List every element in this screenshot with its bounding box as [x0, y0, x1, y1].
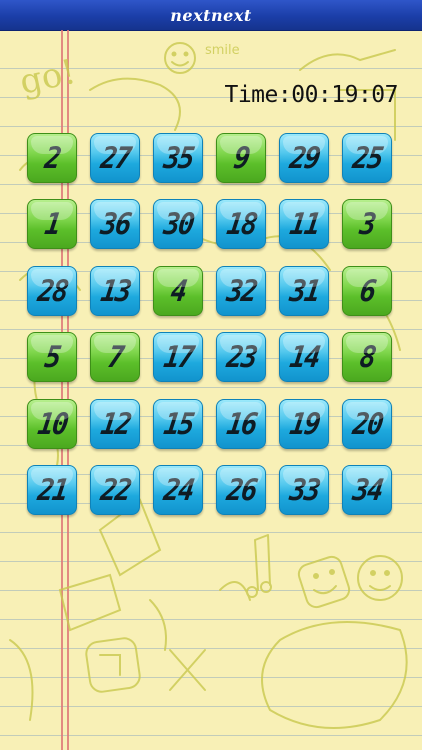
tile-number: 33 [287, 472, 321, 508]
tile-number: 15 [161, 406, 195, 442]
number-tile[interactable]: 20 [342, 399, 392, 449]
title-bar: nextnext [0, 0, 422, 31]
tile-number: 31 [287, 273, 321, 309]
number-tile[interactable]: 21 [27, 465, 77, 515]
tile-number: 9 [231, 140, 251, 176]
tile-number: 18 [224, 206, 258, 242]
number-tile[interactable]: 16 [216, 399, 266, 449]
number-tile[interactable]: 30 [153, 199, 203, 249]
tile-number: 22 [98, 472, 132, 508]
tile-number: 3 [357, 206, 377, 242]
number-tile[interactable]: 27 [90, 133, 140, 183]
tile-number: 16 [224, 406, 258, 442]
tile-number: 17 [161, 339, 195, 375]
number-grid: 2 27 35 9 29 25 1 36 30 18 11 3 28 13 4 32 31 6 5 7 17 23 14 8 1… [27, 133, 395, 515]
tile-number: 25 [350, 140, 384, 176]
tile-number: 8 [357, 339, 377, 375]
number-tile[interactable]: 18 [216, 199, 266, 249]
number-tile[interactable]: 14 [279, 332, 329, 382]
tile-number: 28 [35, 273, 69, 309]
doodle-word-go: go! [16, 52, 79, 103]
tile-number: 27 [98, 140, 132, 176]
tile-number: 1 [42, 206, 62, 242]
number-tile[interactable]: 11 [279, 199, 329, 249]
tile-number: 32 [224, 273, 258, 309]
number-tile[interactable]: 33 [279, 465, 329, 515]
number-tile[interactable]: 8 [342, 332, 392, 382]
number-tile[interactable]: 10 [27, 399, 77, 449]
number-tile[interactable]: 25 [342, 133, 392, 183]
tile-number: 21 [35, 472, 69, 508]
round-face-doodle-icon [357, 555, 403, 601]
doodle-word-smile: smile [205, 43, 240, 58]
cross-doodle-icon [169, 649, 206, 691]
tile-number: 24 [161, 472, 195, 508]
number-tile[interactable]: 23 [216, 332, 266, 382]
square-face-doodle-icon [297, 555, 351, 609]
number-tile[interactable]: 6 [342, 266, 392, 316]
tile-number: 34 [350, 472, 384, 508]
number-tile[interactable]: 15 [153, 399, 203, 449]
tile-number: 19 [287, 406, 321, 442]
number-tile[interactable]: 35 [153, 133, 203, 183]
tile-number: 11 [287, 206, 321, 242]
number-tile[interactable]: 36 [90, 199, 140, 249]
app-title: nextnext [170, 5, 252, 25]
elapsed-timer: Time:00:19:07 [224, 82, 398, 108]
tile-number: 12 [98, 406, 132, 442]
tile-number: 36 [98, 206, 132, 242]
tile-number: 26 [224, 472, 258, 508]
number-tile[interactable]: 13 [90, 266, 140, 316]
number-tile[interactable]: 28 [27, 266, 77, 316]
tile-number: 10 [35, 406, 69, 442]
number-tile[interactable]: 17 [153, 332, 203, 382]
tile-number: 2 [42, 140, 62, 176]
number-tile[interactable]: 31 [279, 266, 329, 316]
tile-number: 6 [357, 273, 377, 309]
tile-number: 20 [350, 406, 384, 442]
tile-number: 30 [161, 206, 195, 242]
number-tile[interactable]: 4 [153, 266, 203, 316]
smiley-doodle-icon [164, 42, 196, 74]
tile-number: 4 [168, 273, 188, 309]
number-tile[interactable]: 12 [90, 399, 140, 449]
number-tile[interactable]: 22 [90, 465, 140, 515]
tile-number: 5 [42, 339, 62, 375]
number-tile[interactable]: 2 [27, 133, 77, 183]
tile-number: 7 [105, 339, 125, 375]
tile-number: 13 [98, 273, 132, 309]
tile-number: 14 [287, 339, 321, 375]
number-tile[interactable]: 32 [216, 266, 266, 316]
number-tile[interactable]: 26 [216, 465, 266, 515]
tile-number: 23 [224, 339, 258, 375]
number-tile[interactable]: 1 [27, 199, 77, 249]
tile-number: 35 [161, 140, 195, 176]
number-tile[interactable]: 5 [27, 332, 77, 382]
number-tile[interactable]: 34 [342, 465, 392, 515]
tile-number: 29 [287, 140, 321, 176]
number-tile[interactable]: 3 [342, 199, 392, 249]
number-tile[interactable]: 19 [279, 399, 329, 449]
number-tile[interactable]: 9 [216, 133, 266, 183]
number-tile[interactable]: 29 [279, 133, 329, 183]
number-tile[interactable]: 7 [90, 332, 140, 382]
number-tile[interactable]: 24 [153, 465, 203, 515]
